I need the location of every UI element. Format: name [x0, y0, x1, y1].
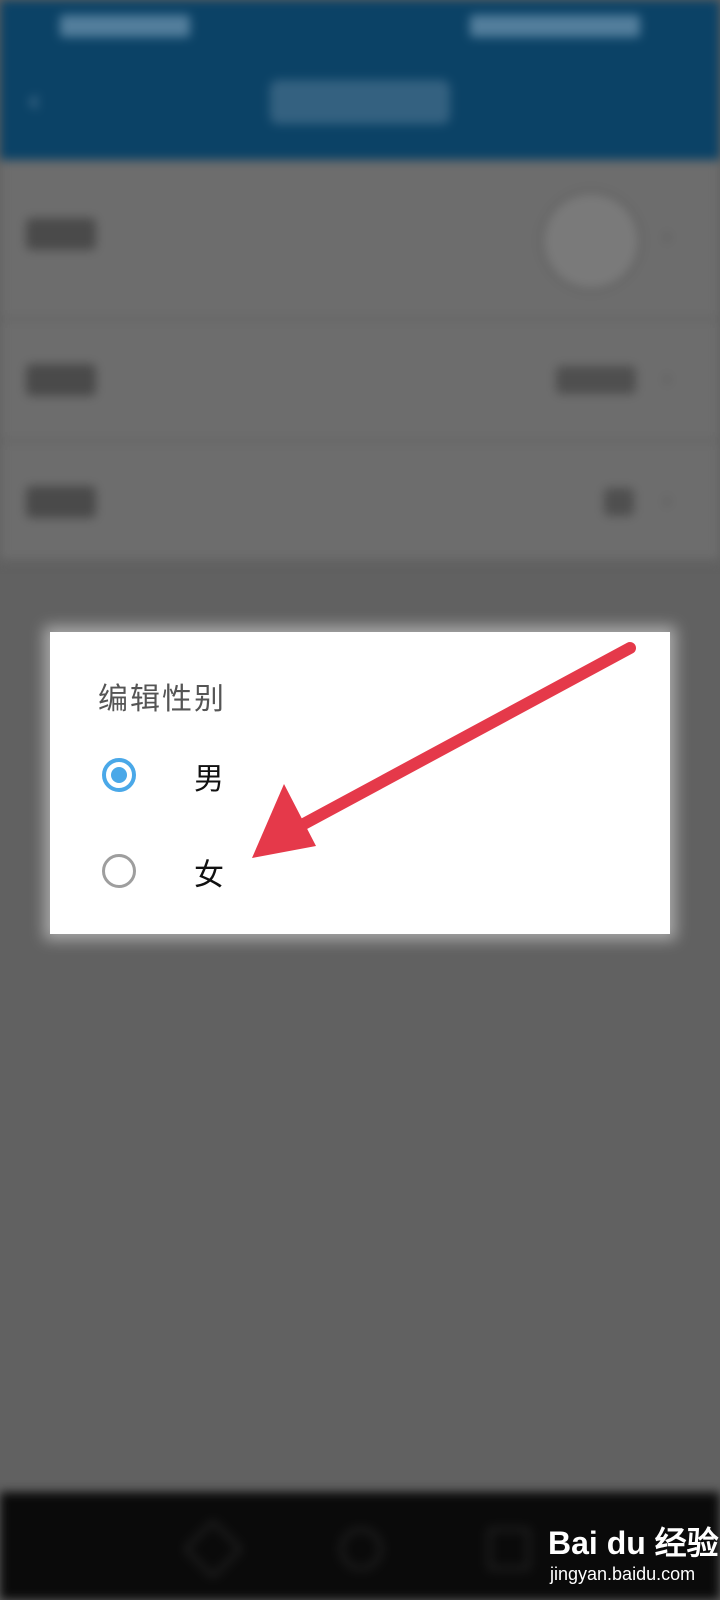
gender-option-female[interactable]: 女: [98, 838, 618, 908]
watermark-url: jingyan.baidu.com: [550, 1564, 696, 1584]
baidu-jingyan-watermark: Bai du 经验 jingyan.baidu.com: [548, 1514, 719, 1592]
list-item-nickname[interactable]: ›: [0, 320, 720, 442]
back-arrow-icon[interactable]: ‹: [28, 87, 56, 117]
list-item-label: [26, 364, 96, 396]
chevron-right-icon: ›: [662, 364, 673, 394]
status-bar: [0, 0, 720, 50]
list-item-label: [26, 218, 96, 250]
gender-option-male[interactable]: 男: [98, 742, 618, 812]
option-label: 男: [194, 762, 224, 797]
list-item-avatar[interactable]: ›: [0, 160, 720, 320]
chevron-right-icon: ›: [662, 222, 673, 252]
list-item-gender[interactable]: ›: [0, 442, 720, 562]
list-item-value: [604, 488, 634, 516]
radio-checked-icon[interactable]: [102, 758, 136, 792]
app-header: ‹: [0, 50, 720, 160]
dialog-title: 编辑性别: [98, 682, 226, 717]
watermark-brand: Bai du 经验: [548, 1525, 719, 1561]
screen: ‹ › › › 编辑性别 男 女 Bai du 经验 jingyan.baidu…: [0, 0, 720, 1600]
radio-unchecked-icon[interactable]: [102, 854, 136, 888]
list-item-value: [556, 366, 636, 394]
list-item-label: [26, 486, 96, 518]
profile-list: › › ›: [0, 160, 720, 562]
avatar: [540, 190, 642, 292]
status-right-icons: [470, 15, 640, 37]
chevron-right-icon: ›: [662, 486, 673, 516]
nav-recents-icon[interactable]: [488, 1528, 530, 1570]
status-signal-icons: [60, 15, 190, 37]
nav-back-icon[interactable]: [183, 1519, 243, 1579]
edit-gender-dialog: 编辑性别 男 女: [50, 632, 670, 934]
option-label: 女: [194, 858, 224, 893]
nav-home-icon[interactable]: [340, 1528, 382, 1570]
page-title: [270, 80, 450, 124]
